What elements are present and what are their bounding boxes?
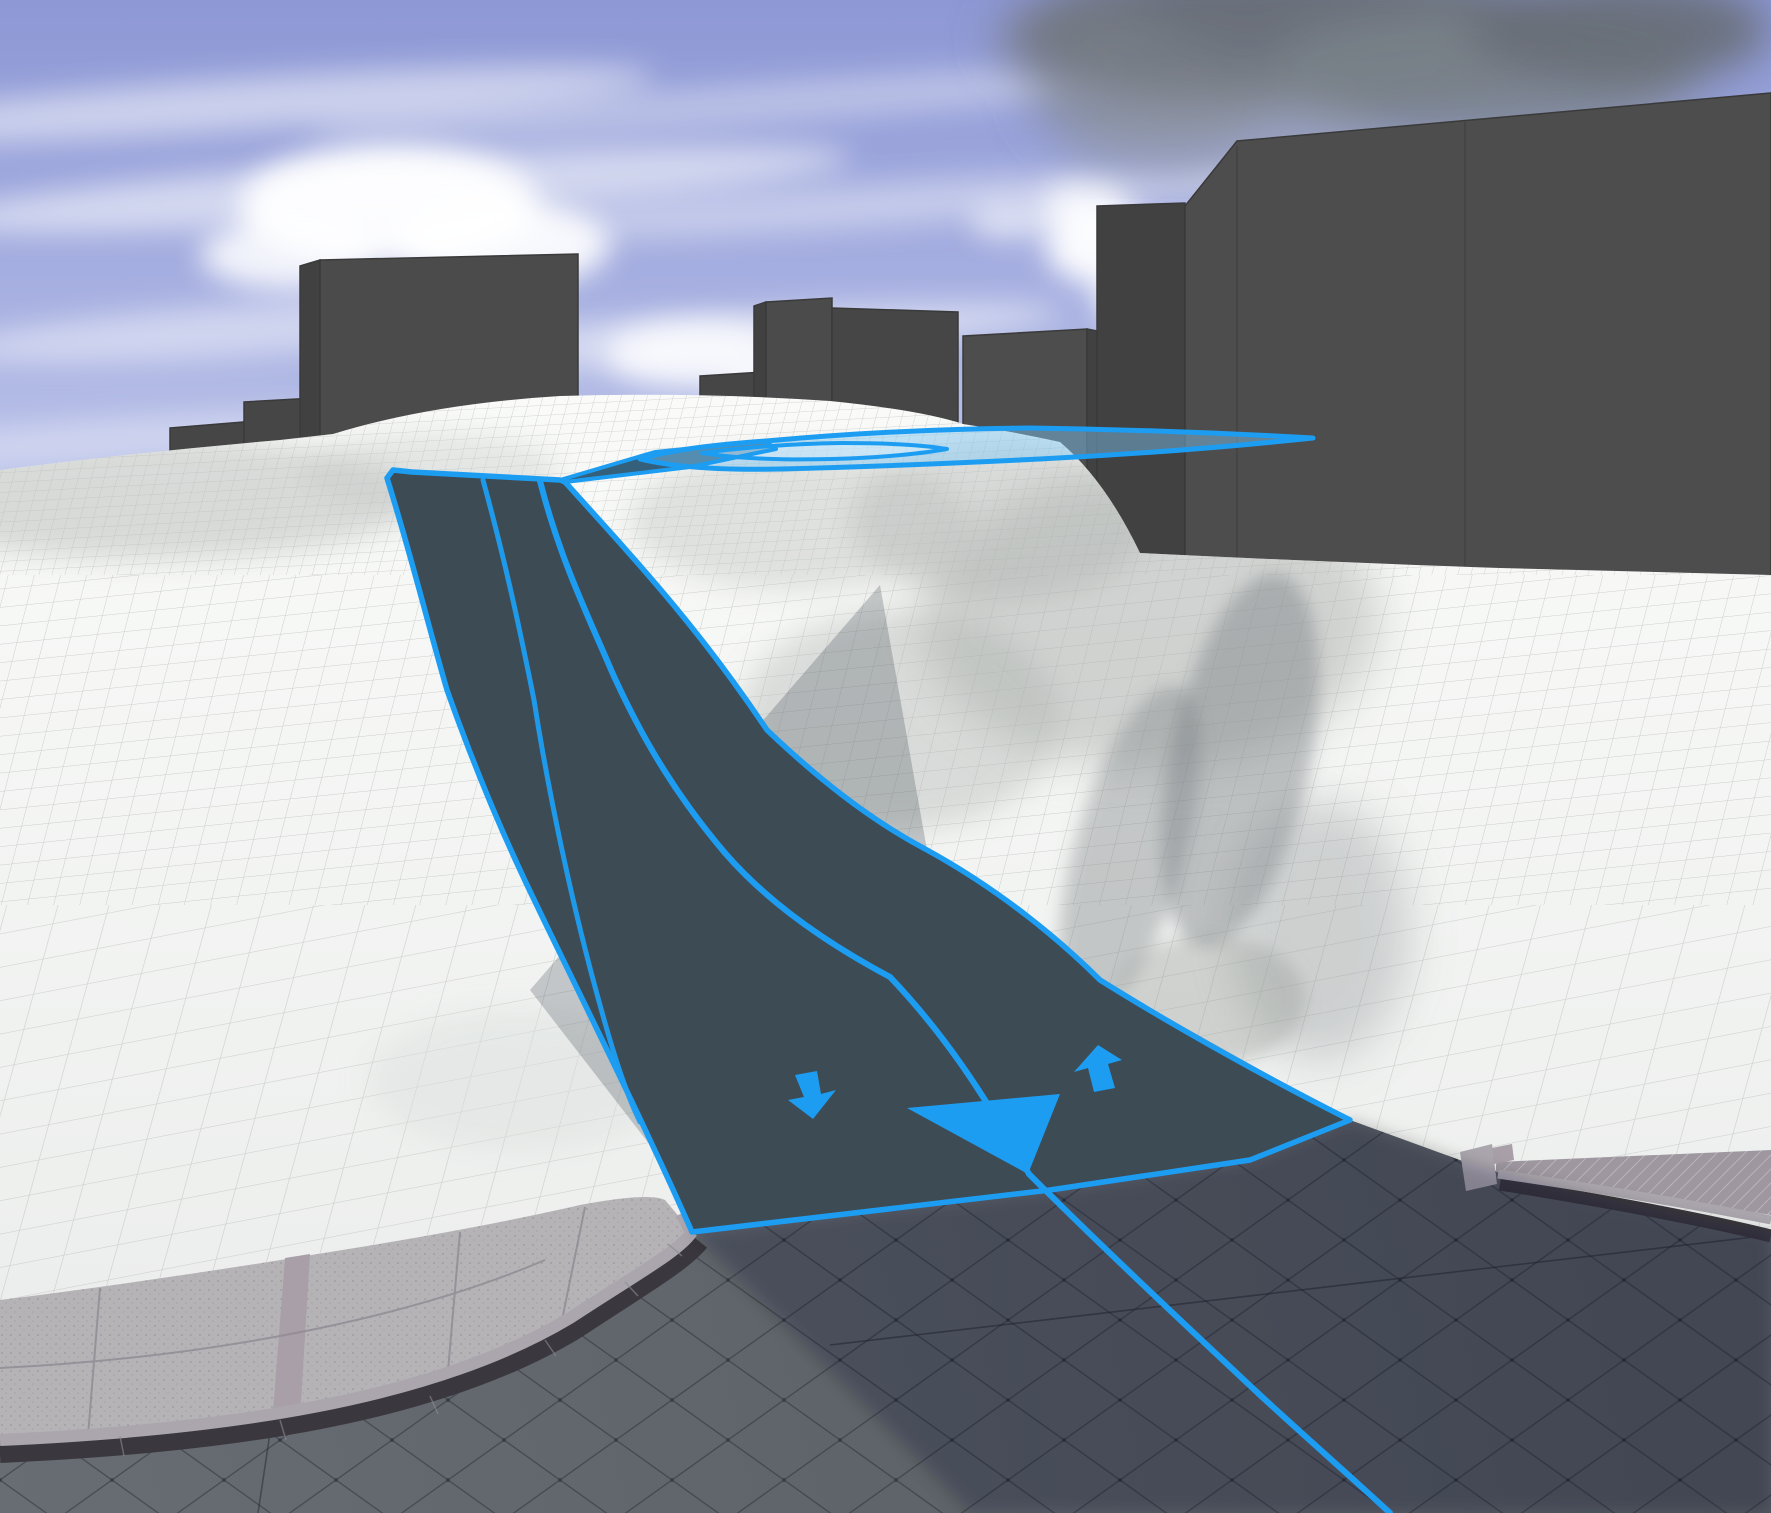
building-right-large[interactable] [1185,93,1771,600]
scene-svg [0,0,1771,1513]
viewport-3d-canvas[interactable] [0,0,1771,1513]
